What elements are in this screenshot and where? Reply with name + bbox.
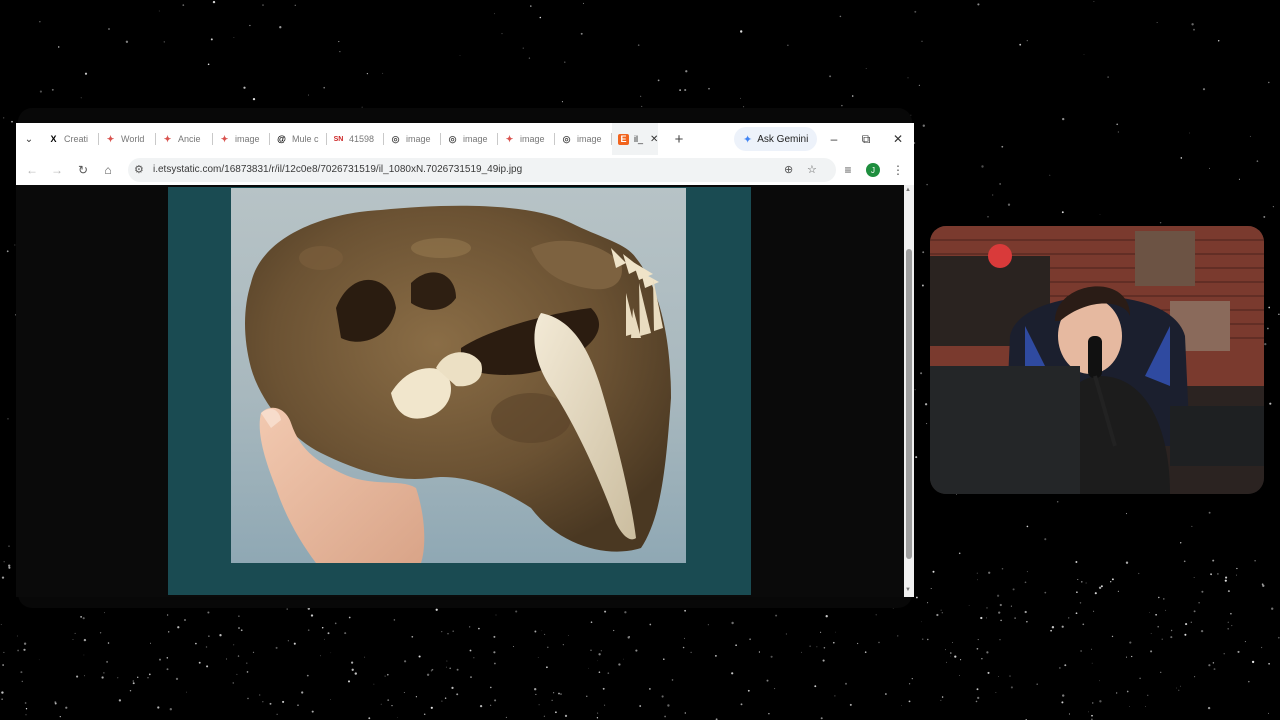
url-text: i.etsystatic.com/16873831/r/il/12c0e8/70… bbox=[153, 164, 523, 175]
tab-label: Creati bbox=[64, 134, 89, 144]
tab-label: image bbox=[406, 134, 431, 144]
browser-tab[interactable]: ✦ Ancie bbox=[156, 123, 213, 155]
reading-list-icon[interactable]: ≡ bbox=[838, 160, 858, 180]
forward-arrow-icon[interactable]: → bbox=[47, 160, 67, 180]
webcam-overlay bbox=[930, 226, 1264, 494]
minimize-button[interactable]: – bbox=[819, 123, 849, 155]
tab-label: Mule c bbox=[292, 134, 319, 144]
new-tab-button[interactable]: + bbox=[668, 131, 690, 148]
tab-label: image bbox=[463, 134, 488, 144]
tab-label: 41598 bbox=[349, 134, 375, 144]
skull-photo bbox=[231, 188, 686, 563]
browser-tab[interactable]: ◎ image bbox=[384, 123, 441, 155]
x-logo-icon: X bbox=[50, 134, 57, 144]
ai-logo-icon: ✦ bbox=[106, 133, 115, 144]
browser-tab[interactable]: ◎ image bbox=[441, 123, 498, 155]
back-arrow-icon[interactable]: ← bbox=[22, 160, 42, 180]
close-tab-icon[interactable]: ✕ bbox=[650, 134, 658, 145]
close-window-button[interactable]: ✕ bbox=[883, 123, 913, 155]
image-frame bbox=[168, 187, 751, 595]
threads-logo-icon: @ bbox=[277, 134, 286, 144]
browser-tab[interactable]: X Creati bbox=[42, 123, 99, 155]
more-menu-icon[interactable]: ⋮ bbox=[888, 160, 908, 180]
globe-icon: ◎ bbox=[562, 133, 571, 144]
gemini-sparkle-icon: ✦ bbox=[743, 133, 753, 146]
bookmark-star-icon[interactable]: ☆ bbox=[807, 163, 817, 176]
browser-window: ⌄ X Creati ✦ World ✦ Ancie ✦ image @ Mule c SN 4159… bbox=[16, 123, 914, 597]
site-settings-icon[interactable]: ⚙ bbox=[134, 163, 144, 176]
tab-search-chevron-icon[interactable]: ⌄ bbox=[16, 123, 42, 155]
ai-logo-icon: ✦ bbox=[220, 133, 229, 144]
ask-gemini-button[interactable]: ✦ Ask Gemini bbox=[734, 127, 818, 151]
reload-icon[interactable]: ↻ bbox=[73, 160, 93, 180]
etsy-logo-icon: E bbox=[618, 133, 629, 145]
ask-gemini-label: Ask Gemini bbox=[757, 133, 809, 145]
tab-label: image bbox=[520, 134, 545, 144]
scroll-up-arrow-icon[interactable]: ▲ bbox=[905, 187, 911, 193]
restore-button[interactable]: ⧉ bbox=[851, 123, 881, 155]
browser-toolbar: ← → ↻ ⌂ ⚙ i.etsystatic.com/16873831/r/il… bbox=[16, 155, 914, 186]
tab-label: il_ bbox=[634, 134, 644, 144]
home-icon[interactable]: ⌂ bbox=[98, 160, 118, 180]
tab-strip: ⌄ X Creati ✦ World ✦ Ancie ✦ image @ Mule c SN 4159… bbox=[16, 123, 914, 155]
scroll-down-arrow-icon[interactable]: ▼ bbox=[905, 587, 911, 593]
page-viewport: ▲ ▼ bbox=[16, 185, 914, 597]
sn-logo-icon: SN bbox=[333, 135, 344, 143]
globe-icon: ◎ bbox=[448, 133, 457, 144]
browser-tab[interactable]: SN 41598 bbox=[327, 123, 384, 155]
ai-logo-icon: ✦ bbox=[505, 133, 514, 144]
scrollbar-thumb[interactable] bbox=[906, 249, 912, 559]
saber-tooth-skull-illustration bbox=[245, 205, 671, 563]
browser-tab[interactable]: ✦ World bbox=[99, 123, 156, 155]
browser-tab[interactable]: ✦ image bbox=[498, 123, 555, 155]
ai-logo-icon: ✦ bbox=[163, 133, 172, 144]
tab-label: Ancie bbox=[178, 134, 201, 144]
globe-icon: ◎ bbox=[391, 133, 400, 144]
browser-tab[interactable]: ✦ image bbox=[213, 123, 270, 155]
address-bar[interactable]: ⚙ i.etsystatic.com/16873831/r/il/12c0e8/… bbox=[128, 158, 836, 182]
tab-label: image bbox=[577, 134, 602, 144]
tab-label: image bbox=[235, 134, 260, 144]
browser-tab[interactable]: @ Mule c bbox=[270, 123, 327, 155]
browser-tab[interactable]: ◎ image bbox=[555, 123, 612, 155]
tab-label: World bbox=[121, 134, 145, 144]
streamer-webcam-image bbox=[930, 226, 1264, 494]
vertical-scrollbar[interactable]: ▲ ▼ bbox=[904, 185, 914, 597]
browser-tab[interactable]: Eil_ ✕ bbox=[612, 123, 658, 155]
zoom-icon[interactable]: ⊕ bbox=[784, 163, 793, 176]
profile-avatar[interactable]: J bbox=[866, 163, 880, 177]
